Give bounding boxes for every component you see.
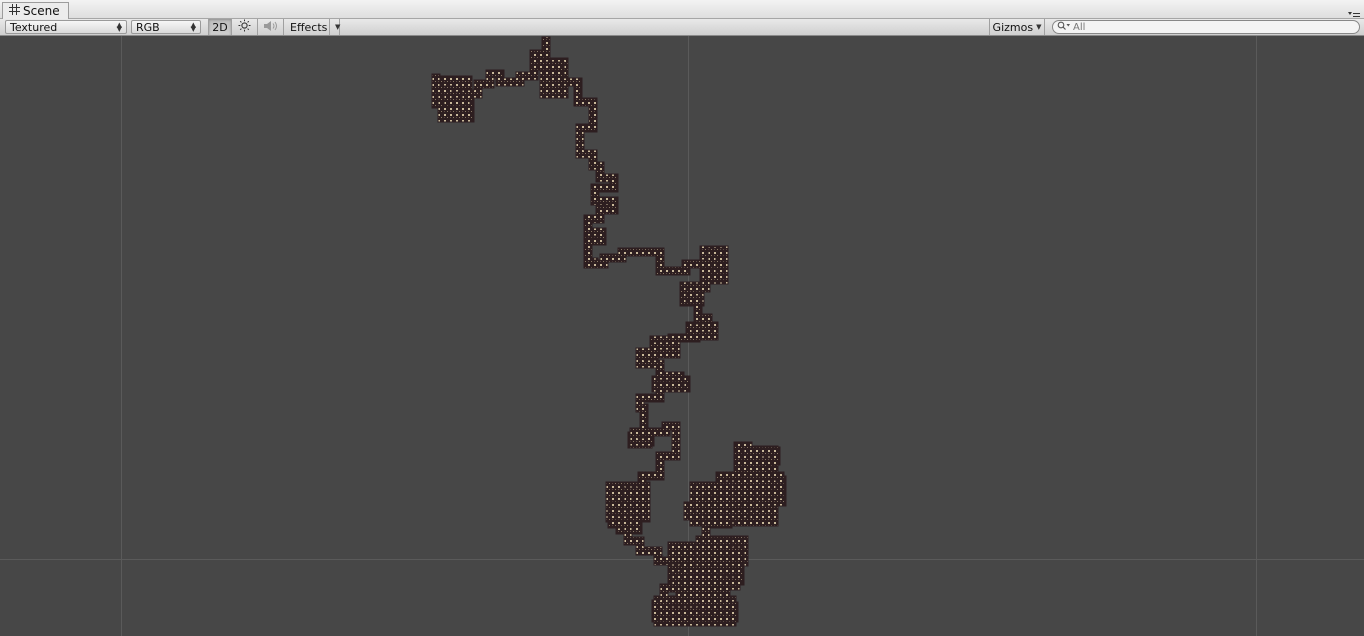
grid-icon [9, 4, 20, 18]
draw-mode-dropdown[interactable]: Textured ▲ ▼ [5, 20, 127, 34]
gizmos-dropdown[interactable]: Gizmos ▼ [989, 19, 1045, 35]
chevron-down-icon: ▼ [335, 23, 341, 31]
scene-viewport[interactable] [0, 36, 1364, 636]
tab-scene-label: Scene [23, 4, 60, 18]
draw-mode-label: Textured [10, 20, 58, 34]
sun-icon [238, 19, 251, 35]
up-down-arrows-icon: ▲ ▼ [190, 21, 196, 33]
mode-2d-label: 2D [212, 20, 228, 34]
mode-2d-button[interactable]: 2D [208, 19, 232, 35]
search-icon [1057, 21, 1071, 34]
scene-canvas [0, 36, 1364, 636]
chevron-down-icon: ▼ [1036, 23, 1042, 31]
scene-window: Scene Textured ▲ ▼ RGB ▲ ▼ 2D Effects ▼ … [0, 0, 1364, 636]
search-input[interactable] [1071, 21, 1353, 33]
up-down-arrows-icon: ▲ ▼ [116, 21, 122, 33]
gizmos-label: Gizmos [992, 20, 1034, 34]
effects-divider [329, 19, 330, 35]
render-mode-label: RGB [136, 20, 160, 34]
effects-dropdown[interactable]: Effects ▼ [284, 19, 340, 35]
effects-label: Effects [290, 20, 328, 34]
tab-bar: Scene [0, 0, 1364, 20]
tab-scene[interactable]: Scene [2, 2, 69, 19]
tab-menu-icon[interactable] [1348, 6, 1360, 20]
scene-audio-button[interactable] [258, 19, 284, 35]
render-mode-dropdown[interactable]: RGB ▲ ▼ [131, 20, 201, 34]
tilemap-dungeon [431, 36, 787, 627]
search-box[interactable] [1052, 20, 1360, 34]
speaker-icon [263, 20, 279, 35]
scene-toolbar: Textured ▲ ▼ RGB ▲ ▼ 2D Effects ▼ Gizmos… [0, 19, 1364, 36]
scene-lighting-button[interactable] [232, 19, 258, 35]
